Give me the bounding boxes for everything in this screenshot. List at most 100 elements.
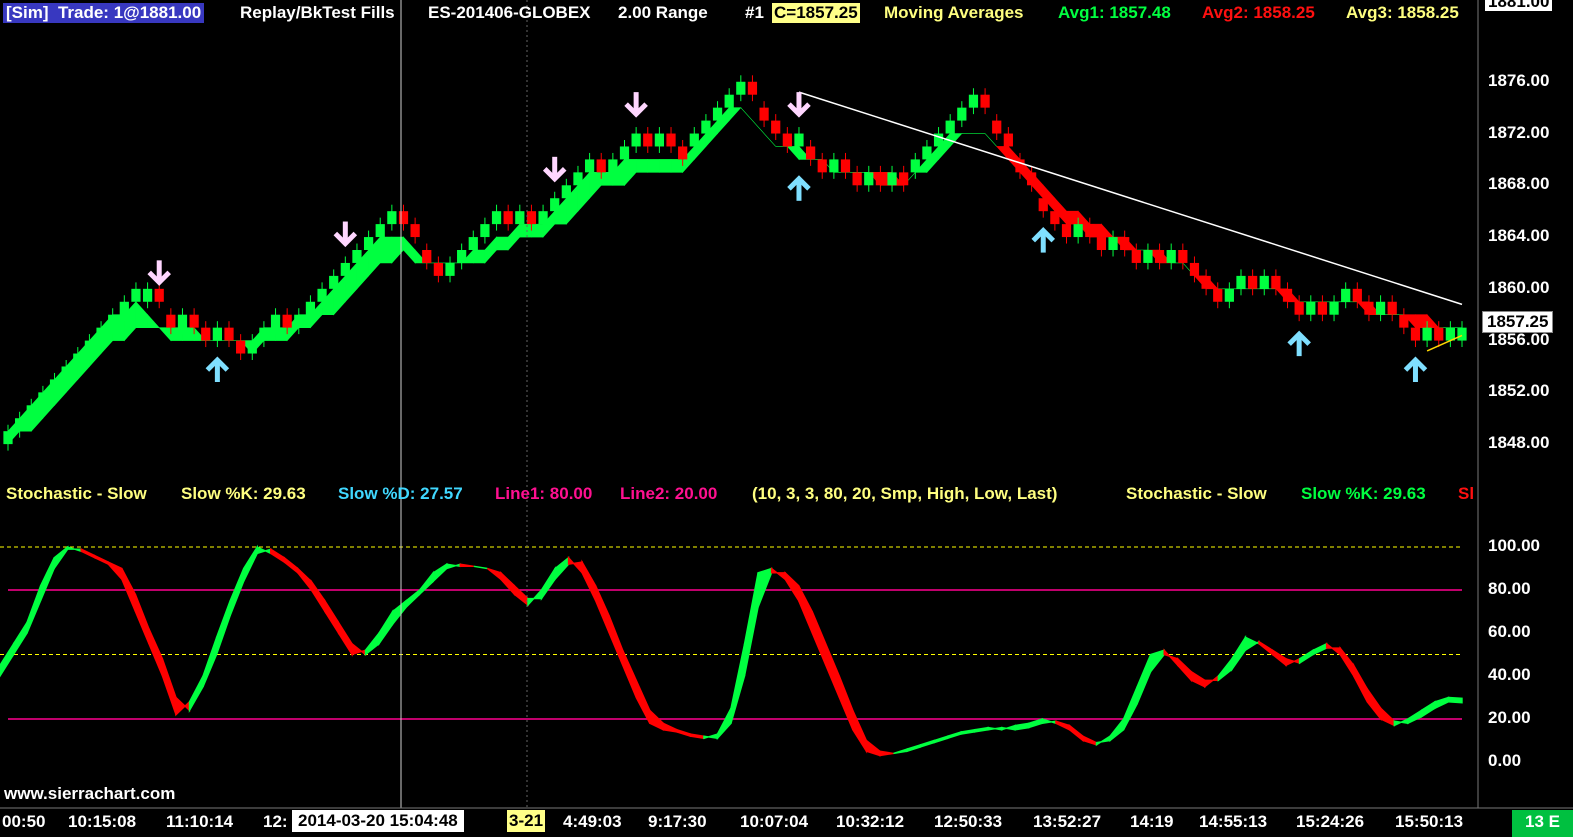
stoch-band-segment [1407, 709, 1423, 725]
ribbon-segment [728, 107, 742, 122]
stoch-band-segment [811, 611, 827, 666]
ribbon-segment [647, 159, 660, 173]
stoch-band-segment [1393, 717, 1409, 727]
candle-body [689, 133, 699, 147]
stoch-band-segment [513, 584, 529, 607]
price-tick-label: 1848.00 [1488, 433, 1550, 453]
stoch-band-segment [784, 571, 800, 604]
stoch-band-segment [797, 585, 813, 634]
candle-body [340, 262, 350, 276]
candle-body [189, 314, 199, 328]
candle-body [794, 133, 804, 147]
candle-body [1294, 301, 1304, 315]
candle-body [864, 172, 874, 186]
ribbon-segment [472, 249, 486, 264]
candle-body [678, 146, 688, 160]
candle-body [259, 327, 269, 341]
stoch-band-segment [1095, 734, 1111, 747]
stoch-band-segment [161, 658, 177, 715]
study-label: Replay/BkTest Fills [240, 3, 395, 22]
candle-body [573, 172, 583, 186]
stoch-band-segment [459, 563, 474, 568]
time-tick-label: 10:15:08 [68, 812, 137, 831]
stoch-band-segment [1149, 649, 1165, 674]
ribbon-segment [740, 107, 753, 121]
candle-body [747, 81, 758, 95]
candle-body [270, 314, 281, 328]
ribbon-segment [507, 223, 521, 251]
stoch-band-segment [1231, 634, 1247, 672]
stoch-band-segment [893, 748, 908, 755]
candle-body [352, 250, 362, 263]
candle-body [26, 405, 36, 419]
candle-body [1236, 275, 1246, 289]
stoch-band-segment [933, 735, 949, 744]
chart-number: #1 [745, 3, 764, 22]
corner-badge[interactable]: 13 E [1512, 810, 1573, 837]
candle-body [1178, 250, 1188, 263]
candle-body [1166, 250, 1176, 263]
candle-body [445, 262, 455, 276]
candle-body [1120, 237, 1130, 250]
sell-arrow [624, 92, 648, 118]
ribbon-segment [496, 236, 509, 251]
ribbon-segment [531, 223, 544, 238]
candle-body [1224, 288, 1234, 302]
time-tick-label: 9:17:30 [648, 812, 707, 831]
candle-body [1271, 275, 1281, 289]
candle-body [608, 159, 618, 173]
candle-body [968, 94, 979, 108]
stoch-band-segment [1380, 706, 1396, 727]
candle-body [550, 198, 560, 212]
stoch-band-segment [39, 557, 55, 602]
candle-body [1399, 314, 1409, 328]
avg2-label: Avg2: 1858.25 [1202, 3, 1315, 22]
stoch-band-segment [418, 570, 434, 596]
ribbon-segment [589, 172, 602, 200]
candle-body [899, 172, 909, 186]
top-price-label: 1881.00 [1484, 0, 1554, 12]
website-label[interactable]: www.sierrachart.com [4, 784, 175, 804]
candle-body [154, 288, 164, 302]
candle-body [596, 159, 606, 173]
stoch-band-segment [1312, 642, 1328, 656]
candle-body [480, 224, 490, 238]
stoch-band-segment [689, 733, 705, 740]
candle-body [759, 107, 769, 121]
candle-body [1387, 301, 1397, 315]
candle-body [96, 327, 106, 341]
stoch-band-segment [1353, 662, 1368, 703]
candle-body [724, 94, 734, 108]
trend-line [798, 91, 1463, 306]
candle-body [805, 146, 816, 160]
stoch-tick-label: 0.00 [1488, 751, 1522, 770]
candle-body [736, 81, 746, 95]
stoch-band-segment [946, 730, 962, 740]
candle-body [1422, 327, 1432, 341]
ribbon-segment [659, 159, 672, 173]
candle-body [363, 237, 374, 250]
stoch-band-segment [1163, 648, 1179, 668]
candle-body [1201, 275, 1211, 289]
candle-body [236, 340, 246, 354]
candle-body [945, 120, 955, 134]
stoch-band-segment [622, 649, 637, 698]
stoch-band-segment [567, 555, 583, 575]
stoch-band-segment [1366, 686, 1382, 722]
stoch-band-segment [1068, 724, 1084, 742]
candle-body [166, 314, 176, 328]
chart-canvas[interactable] [0, 0, 1573, 837]
stoch-band-segment [1298, 648, 1314, 665]
ribbon-segment [158, 327, 172, 342]
buy-arrow [1031, 227, 1056, 253]
candle-body [177, 314, 188, 328]
candle-body [1189, 262, 1200, 276]
stoch-band-segment [26, 585, 42, 634]
ribbon-segment [600, 172, 614, 186]
ribbon-segment [391, 236, 404, 264]
stoch-band-segment [608, 615, 624, 666]
candle-body [3, 431, 13, 445]
candle-body [305, 301, 316, 315]
candle-body [1282, 288, 1293, 302]
stoch-band-segment [446, 563, 461, 570]
